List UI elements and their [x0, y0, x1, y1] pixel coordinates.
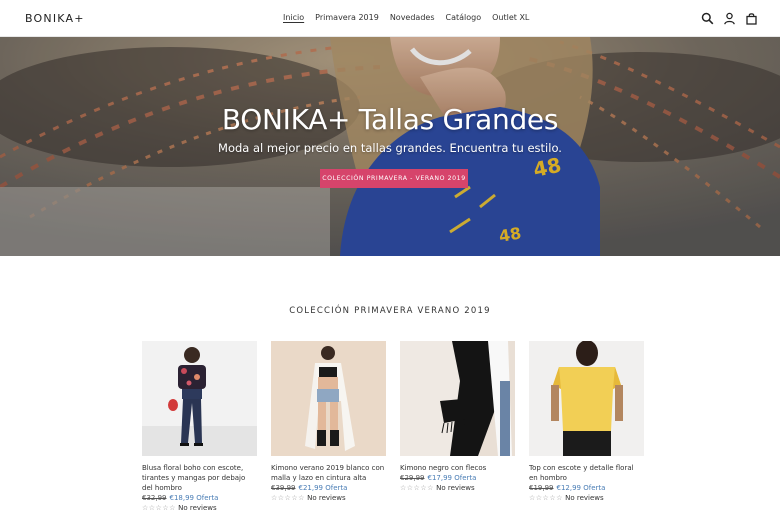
product-card[interactable]: Blusa floral boho con escote, tirantes y… [142, 341, 257, 512]
product-reviews: ☆☆☆☆☆ No reviews [400, 483, 515, 493]
nav-item-outlet-xl[interactable]: Outlet XL [492, 13, 529, 22]
nav-item-catalogo[interactable]: Catálogo [446, 13, 482, 22]
reviews-label: No reviews [178, 504, 217, 512]
rating-stars-icon: ☆☆☆☆☆ [271, 494, 305, 502]
product-name[interactable]: Top con escote y detalle floral en hombr… [529, 463, 644, 483]
product-name[interactable]: Blusa floral boho con escote, tirantes y… [142, 463, 257, 493]
product-image[interactable] [529, 341, 644, 456]
product-name[interactable]: Kimono verano 2019 blanco con malla y la… [271, 463, 386, 483]
product-name[interactable]: Kimono negro con flecos [400, 463, 515, 473]
product-card[interactable]: Top con escote y detalle floral en hombr… [529, 341, 644, 512]
nav-item-novedades[interactable]: Novedades [390, 13, 435, 22]
product-grid: Blusa floral boho con escote, tirantes y… [142, 341, 644, 512]
nav-item-primavera-2019[interactable]: Primavera 2019 [315, 13, 379, 22]
product-reviews: ☆☆☆☆☆ No reviews [529, 493, 644, 503]
product-image[interactable] [271, 341, 386, 456]
product-card[interactable]: Kimono verano 2019 blanco con malla y la… [271, 341, 386, 512]
nav-item-inicio[interactable]: Inicio [283, 13, 304, 22]
product-image[interactable] [142, 341, 257, 456]
old-price: €19,99 [529, 484, 554, 492]
sale-price: €12,99 Oferta [556, 484, 606, 492]
sale-price: €17,99 Oferta [427, 474, 477, 482]
old-price: €29,99 [400, 474, 425, 482]
old-price: €39,99 [271, 484, 296, 492]
reviews-label: No reviews [565, 494, 604, 502]
product-price: €32,99 €18,99 Oferta [142, 493, 257, 503]
product-price: €39,99 €21,99 Oferta [271, 483, 386, 493]
search-icon[interactable] [701, 12, 714, 25]
hero-subtitle: Moda al mejor precio en tallas grandes. … [218, 141, 562, 155]
account-icon[interactable] [723, 12, 736, 25]
product-card[interactable]: Kimono negro con flecos €29,99 €17,99 Ofe… [400, 341, 515, 512]
hero-title: BONIKA+ Tallas Grandes [221, 103, 559, 136]
product-reviews: ☆☆☆☆☆ No reviews [142, 503, 257, 512]
cart-icon[interactable] [745, 12, 758, 25]
sale-price: €21,99 Oferta [298, 484, 348, 492]
sale-price: €18,99 Oferta [169, 494, 219, 502]
product-reviews: ☆☆☆☆☆ No reviews [271, 493, 386, 503]
rating-stars-icon: ☆☆☆☆☆ [400, 484, 434, 492]
main-nav: Inicio Primavera 2019 Novedades Catálogo… [283, 13, 540, 22]
collection-title: COLECCIÓN PRIMAVERA VERANO 2019 [289, 306, 491, 316]
collection-cta-button[interactable]: COLECCIÓN PRIMAVERA - VERANO 2019 [320, 169, 468, 188]
hero-banner: 48 48 BONIKA+ Tallas Grandes Moda al mej… [0, 37, 780, 256]
site-logo[interactable]: BONIKA+ [25, 12, 85, 25]
reviews-label: No reviews [307, 494, 346, 502]
rating-stars-icon: ☆☆☆☆☆ [529, 494, 563, 502]
product-price: €29,99 €17,99 Oferta [400, 473, 515, 483]
product-image[interactable] [400, 341, 515, 456]
rating-stars-icon: ☆☆☆☆☆ [142, 504, 176, 512]
product-price: €19,99 €12,99 Oferta [529, 483, 644, 493]
old-price: €32,99 [142, 494, 167, 502]
reviews-label: No reviews [436, 484, 475, 492]
header-actions [701, 12, 758, 25]
site-header: BONIKA+ Inicio Primavera 2019 Novedades … [0, 0, 780, 37]
